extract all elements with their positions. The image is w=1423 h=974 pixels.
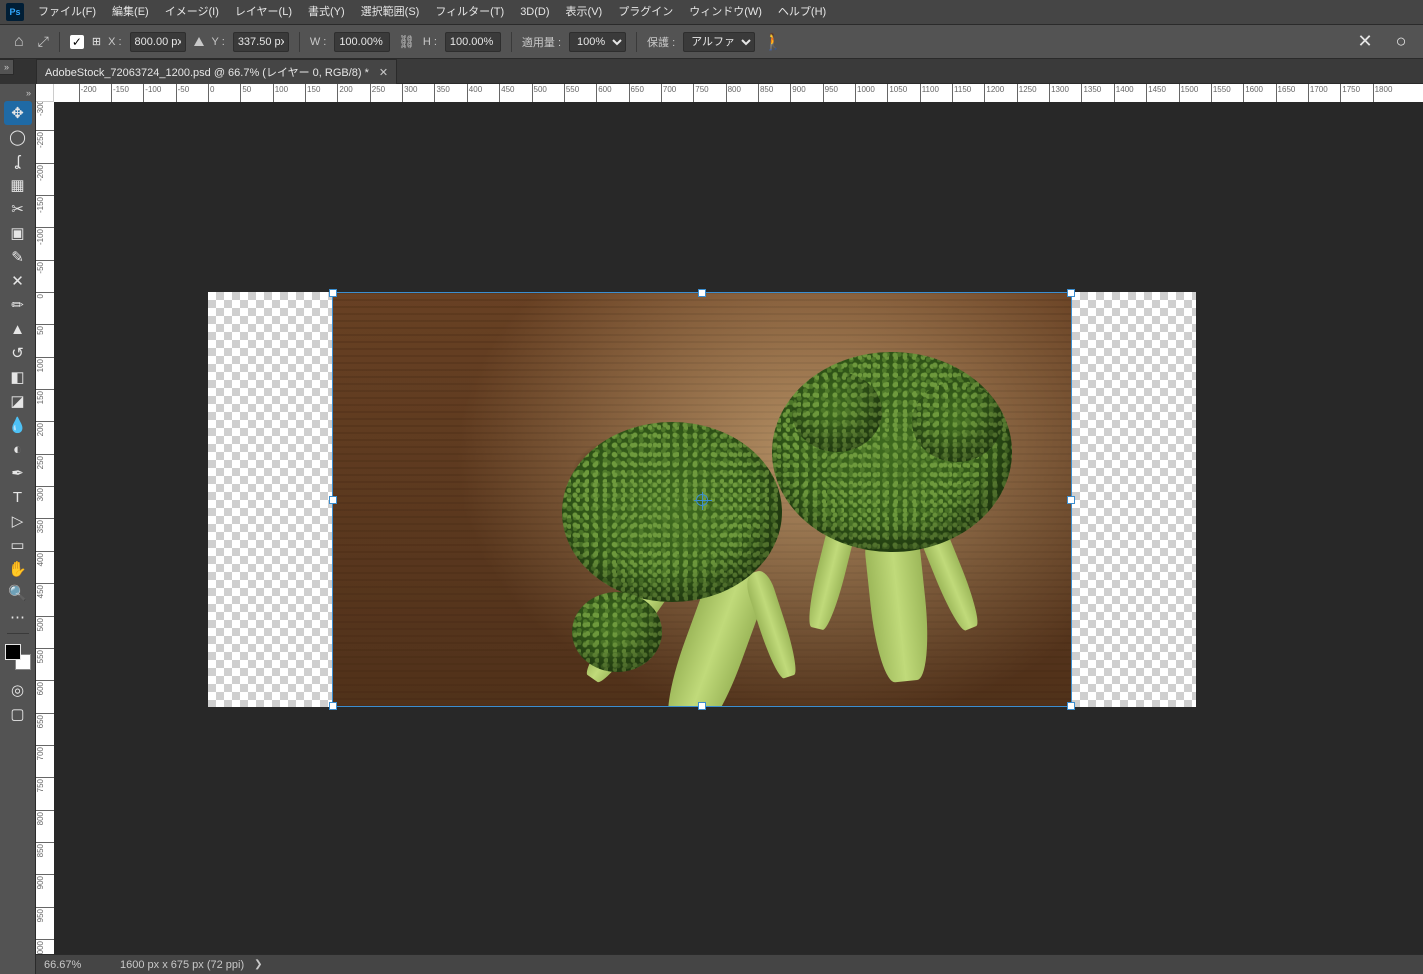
zoom-level[interactable]: 66.67%: [36, 959, 108, 971]
ruler-vertical[interactable]: -300-250-200-150-100-5005010015020025030…: [36, 102, 54, 954]
amount-label: 適用量 :: [522, 34, 561, 50]
eyedropper-tool[interactable]: ✎: [4, 245, 32, 269]
protect-label: 保護 :: [647, 34, 675, 50]
link-wh-icon[interactable]: ⛓: [398, 34, 415, 50]
brush-tool[interactable]: ✏: [4, 293, 32, 317]
type-tool[interactable]: T: [4, 485, 32, 509]
menu-item[interactable]: 3D(D): [512, 0, 557, 25]
menu-bar: Ps ファイル(F)編集(E)イメージ(I)レイヤー(L)書式(Y)選択範囲(S…: [0, 0, 1423, 25]
y-label: Y :: [212, 36, 225, 48]
separator: [299, 32, 300, 52]
move-tool[interactable]: ✥: [4, 101, 32, 125]
menu-item[interactable]: 書式(Y): [300, 0, 353, 25]
history-brush-tool[interactable]: ↺: [4, 341, 32, 365]
reference-point-toggle[interactable]: ✓: [70, 35, 84, 49]
status-bar: 66.67% 1600 px x 675 px (72 ppi) ❯: [36, 954, 1423, 974]
hand-tool[interactable]: ✋: [4, 557, 32, 581]
content-aware-scale-icon[interactable]: ⤢: [38, 33, 49, 50]
marquee-tool[interactable]: ◯: [4, 125, 32, 149]
document-tab-bar: AdobeStock_72063724_1200.psd @ 66.7% (レイ…: [36, 59, 1423, 84]
app-logo-icon: Ps: [6, 3, 24, 21]
screen-mode-icon[interactable]: ▢: [4, 702, 32, 726]
swap-xy-icon[interactable]: [194, 37, 204, 46]
lasso-tool[interactable]: ʆ: [4, 149, 32, 173]
zoom-tool[interactable]: 🔍: [4, 581, 32, 605]
menu-item[interactable]: イメージ(I): [157, 0, 227, 25]
document-info[interactable]: 1600 px x 675 px (72 ppi): [108, 959, 244, 971]
path-select-tool[interactable]: ▷: [4, 509, 32, 533]
menu-item[interactable]: 選択範囲(S): [353, 0, 428, 25]
home-icon[interactable]: ⌂: [8, 33, 30, 51]
menu-item[interactable]: レイヤー(L): [227, 0, 300, 25]
broccoli-left: [562, 422, 822, 707]
menu-item[interactable]: プラグイン: [610, 0, 681, 25]
menu-item[interactable]: ウィンドウ(W): [681, 0, 770, 25]
options-bar: ⌂ ⤢ ✓ ⊞ X : Y : W : ⛓ H : 適用量 : 100% 保護 …: [0, 25, 1423, 59]
work-area: -200-150-100-500501001502002503003504004…: [36, 84, 1423, 954]
w-label: W :: [310, 36, 327, 48]
object-select-tool[interactable]: ▦: [4, 173, 32, 197]
y-input[interactable]: [233, 32, 289, 52]
panel-flyout-tab[interactable]: »: [0, 59, 14, 75]
amount-select[interactable]: 100%: [569, 32, 626, 52]
menu-item[interactable]: ファイル(F): [30, 0, 104, 25]
dodge-tool[interactable]: ◐: [4, 437, 32, 461]
more-tools[interactable]: ⋯: [4, 605, 32, 629]
cancel-transform-icon[interactable]: ✕: [1351, 31, 1379, 52]
h-label: H :: [423, 36, 437, 48]
menu-item[interactable]: フィルター(T): [427, 0, 512, 25]
h-input[interactable]: [445, 32, 501, 52]
document-tab[interactable]: AdobeStock_72063724_1200.psd @ 66.7% (レイ…: [36, 59, 397, 84]
ruler-horizontal[interactable]: -200-150-100-500501001502002503003504004…: [54, 84, 1423, 102]
w-input[interactable]: [334, 32, 390, 52]
protect-skin-icon[interactable]: 🚶: [763, 32, 783, 52]
color-swatches[interactable]: [5, 644, 31, 670]
healing-tool[interactable]: ✕: [4, 269, 32, 293]
stamp-tool[interactable]: ▲: [4, 317, 32, 341]
toolbox-divider: [7, 633, 29, 634]
crop-tool[interactable]: ✂: [4, 197, 32, 221]
separator: [511, 32, 512, 52]
menu-item[interactable]: 表示(V): [558, 0, 611, 25]
reference-point-grid-icon[interactable]: ⊞: [92, 35, 100, 48]
x-input[interactable]: [130, 32, 186, 52]
canvas-viewport[interactable]: [54, 102, 1423, 954]
ruler-origin[interactable]: [36, 84, 54, 102]
document-canvas[interactable]: [208, 292, 1196, 707]
close-tab-icon[interactable]: ✕: [379, 66, 388, 79]
commit-transform-icon[interactable]: ○: [1387, 31, 1415, 52]
rectangle-tool[interactable]: ▭: [4, 533, 32, 557]
gradient-tool[interactable]: ◪: [4, 389, 32, 413]
status-menu-icon[interactable]: ❯: [244, 959, 272, 970]
x-label: X :: [108, 36, 121, 48]
menu-item[interactable]: 編集(E): [104, 0, 157, 25]
separator: [59, 32, 60, 52]
menu-item[interactable]: ヘルプ(H): [770, 0, 834, 25]
pen-tool[interactable]: ✒: [4, 461, 32, 485]
tool-panel: » ✥◯ʆ▦✂▣✎✕✏▲↺◧◪💧◐✒T▷▭✋🔍⋯ ◎ ▢: [0, 84, 36, 974]
document-tab-title: AdobeStock_72063724_1200.psd @ 66.7% (レイ…: [45, 64, 369, 80]
collapse-toolbox-icon[interactable]: »: [0, 88, 35, 98]
eraser-tool[interactable]: ◧: [4, 365, 32, 389]
frame-tool[interactable]: ▣: [4, 221, 32, 245]
protect-select[interactable]: アルファチャ...: [683, 32, 755, 52]
foreground-color-swatch[interactable]: [5, 644, 21, 660]
quick-mask-icon[interactable]: ◎: [4, 678, 32, 702]
image-layer[interactable]: [332, 292, 1072, 707]
blur-tool[interactable]: 💧: [4, 413, 32, 437]
separator: [636, 32, 637, 52]
